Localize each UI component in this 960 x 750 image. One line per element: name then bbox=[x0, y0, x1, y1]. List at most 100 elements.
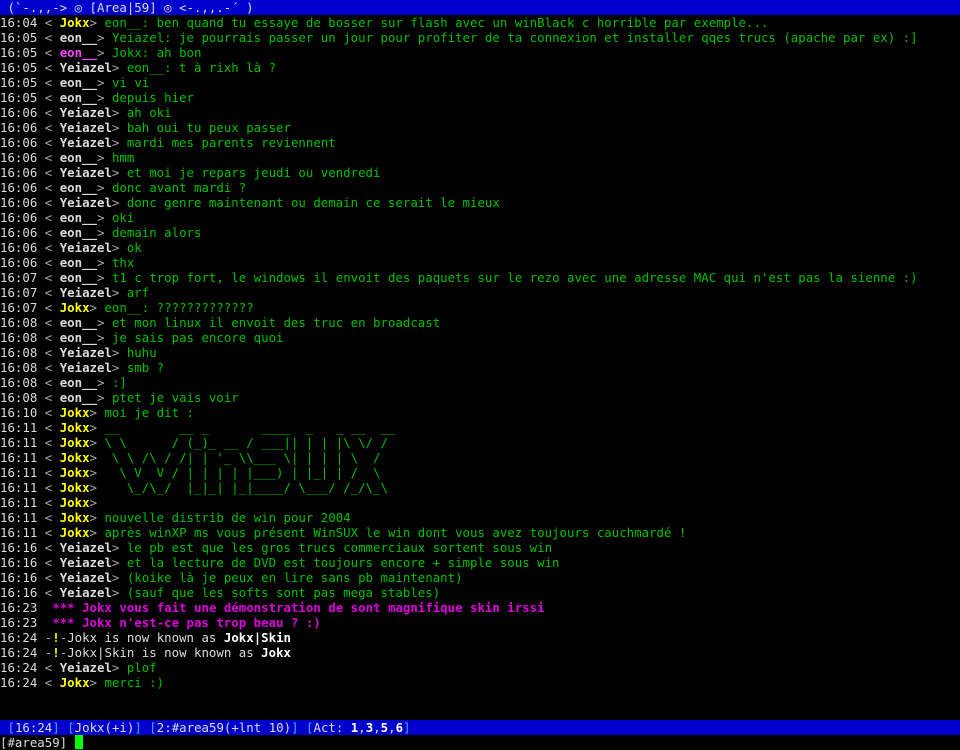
nick[interactable]: eon__ bbox=[60, 375, 97, 390]
timestamp: 16:24 bbox=[0, 645, 38, 660]
message-text: t1 c trop fort, le windows il envoit des… bbox=[111, 270, 918, 285]
message-text: eon__: t à rixh là ? bbox=[126, 60, 277, 75]
timestamp: 16:11 bbox=[0, 450, 38, 465]
chat-line-body: < eon__> depuis hier bbox=[44, 90, 194, 105]
nick[interactable]: Yeiazel bbox=[60, 540, 112, 555]
message-text: Jokx: ah bon bbox=[111, 45, 202, 60]
message-text: huhu bbox=[126, 345, 157, 360]
nick[interactable]: Yeiazel bbox=[60, 285, 112, 300]
chat-line-body: < Jokx> __ __ _ ____ _ _ __ __ bbox=[44, 420, 396, 435]
chat-line: 16:05 < Yeiazel> eon__: t à rixh là ? bbox=[0, 60, 960, 75]
chat-line-body: *** Jokx n'est-ce pas trop beau ? :) bbox=[44, 615, 321, 630]
nick[interactable]: Yeiazel bbox=[60, 240, 112, 255]
message-text: plof bbox=[126, 660, 157, 675]
nick[interactable]: Yeiazel bbox=[60, 165, 112, 180]
message-text: ah oki bbox=[126, 105, 172, 120]
timestamp: 16:07 bbox=[0, 300, 38, 315]
status-activity-label: Act: bbox=[313, 720, 351, 735]
input-line[interactable]: [#area59] bbox=[0, 735, 960, 750]
nick[interactable]: Yeiazel bbox=[60, 345, 112, 360]
timestamp: 16:16 bbox=[0, 585, 38, 600]
timestamp: 16:24 bbox=[0, 660, 38, 675]
chat-line-body: < Yeiazel> smb ? bbox=[44, 360, 165, 375]
nick[interactable]: Jokx bbox=[60, 300, 90, 315]
message-text: (sauf que les softs sont pas mega stable… bbox=[126, 585, 441, 600]
nick[interactable]: eon__ bbox=[60, 270, 97, 285]
chat-line: 16:23 *** Jokx n'est-ce pas trop beau ? … bbox=[0, 615, 960, 630]
nick[interactable]: Yeiazel bbox=[60, 120, 112, 135]
nick[interactable]: eon__ bbox=[60, 150, 97, 165]
nick[interactable]: Yeiazel bbox=[60, 555, 112, 570]
nick[interactable]: Yeiazel bbox=[60, 135, 112, 150]
text-cursor bbox=[74, 735, 83, 749]
topic-bar: (`-.,,-> ◎ [Area|59] ◎ <-.,,.-´ ) bbox=[0, 0, 960, 15]
message-text: demain alors bbox=[111, 225, 202, 240]
chat-line-body: < Jokx> nouvelle distrib de win pour 200… bbox=[44, 510, 351, 525]
nick[interactable]: eon__ bbox=[60, 390, 97, 405]
chat-line-body: -!-Jokx is now known as Jokx|Skin bbox=[44, 630, 291, 645]
chat-line: 16:07 < eon__> t1 c trop fort, le window… bbox=[0, 270, 960, 285]
chat-line: 16:06 < eon__> donc avant mardi ? bbox=[0, 180, 960, 195]
chat-line-body: < eon__> hmm bbox=[44, 150, 135, 165]
nick[interactable]: Jokx bbox=[60, 465, 90, 480]
nick[interactable]: Yeiazel bbox=[60, 570, 112, 585]
nick[interactable]: Yeiazel bbox=[60, 585, 112, 600]
nick[interactable]: Jokx bbox=[60, 675, 90, 690]
input-prompt: [#area59] bbox=[0, 735, 75, 750]
nick[interactable]: Jokx bbox=[60, 525, 90, 540]
message-text: moi je dit : bbox=[104, 405, 194, 420]
nick[interactable]: Jokx bbox=[60, 495, 90, 510]
nick[interactable]: Jokx bbox=[60, 510, 90, 525]
chat-line: 16:24 < Jokx> merci :) bbox=[0, 675, 960, 690]
message-text: hmm bbox=[111, 150, 135, 165]
timestamp: 16:08 bbox=[0, 330, 38, 345]
nick[interactable]: eon__ bbox=[60, 225, 97, 240]
nick[interactable]: Jokx bbox=[60, 450, 90, 465]
chat-log[interactable]: 16:04 < Jokx> eon__: ben quand tu essaye… bbox=[0, 15, 960, 720]
nick[interactable]: eon__ bbox=[60, 45, 97, 60]
timestamp: 16:08 bbox=[0, 390, 38, 405]
timestamp: 16:16 bbox=[0, 555, 38, 570]
chat-line-body: < Yeiazel> eon__: t à rixh là ? bbox=[44, 60, 277, 75]
chat-line-body: < Yeiazel> et moi je repars jeudi ou ven… bbox=[44, 165, 381, 180]
chat-line-body: < Jokx> merci :) bbox=[44, 675, 165, 690]
nick[interactable]: Yeiazel bbox=[60, 60, 112, 75]
chat-line: 16:16 < Yeiazel> le pb est que les gros … bbox=[0, 540, 960, 555]
message-text: Yeiazel: je pourrais passer un jour pour… bbox=[111, 30, 918, 45]
nick[interactable]: Yeiazel bbox=[60, 195, 112, 210]
chat-line-body: < Jokx> \ \ /\ / /| | '_ \\___ \| | | | … bbox=[44, 450, 388, 465]
chat-line-body: < Yeiazel> plof bbox=[44, 660, 157, 675]
message-text: eon__: ????????????? bbox=[104, 300, 254, 315]
message-text: et mon linux il envoit des truc en broad… bbox=[111, 315, 441, 330]
chat-line: 16:06 < eon__> hmm bbox=[0, 150, 960, 165]
nick[interactable]: eon__ bbox=[60, 315, 97, 330]
message-text: smb ? bbox=[126, 360, 165, 375]
nick[interactable]: eon__ bbox=[60, 90, 97, 105]
timestamp: 16:16 bbox=[0, 540, 38, 555]
nick[interactable]: Jokx bbox=[60, 480, 90, 495]
chat-line: 16:11 < Jokx> \ \ /\ / /| | '_ \\___ \| … bbox=[0, 450, 960, 465]
nick[interactable]: Yeiazel bbox=[60, 360, 112, 375]
chat-line: 16:06 < Yeiazel> ah oki bbox=[0, 105, 960, 120]
timestamp: 16:06 bbox=[0, 120, 38, 135]
status-activity-6[interactable]: 6 bbox=[396, 720, 403, 735]
chat-line: 16:06 < eon__> demain alors bbox=[0, 225, 960, 240]
message-text: et la lecture de DVD est toujours encore… bbox=[126, 555, 560, 570]
nick[interactable]: eon__ bbox=[60, 30, 97, 45]
nick[interactable]: Yeiazel bbox=[60, 660, 112, 675]
message-text: je sais pas encore quoi bbox=[111, 330, 284, 345]
chat-line: 16:10 < Jokx> moi je dit : bbox=[0, 405, 960, 420]
nick[interactable]: eon__ bbox=[60, 255, 97, 270]
nick[interactable]: eon__ bbox=[60, 180, 97, 195]
nick[interactable]: Jokx bbox=[60, 435, 90, 450]
chat-line-body: < eon__> Jokx: ah bon bbox=[44, 45, 202, 60]
nick[interactable]: Jokx bbox=[60, 420, 90, 435]
nick[interactable]: eon__ bbox=[60, 330, 97, 345]
nick[interactable]: Jokx bbox=[60, 15, 90, 30]
nick[interactable]: Jokx bbox=[60, 405, 90, 420]
chat-line: 16:08 < eon__> ptet je vais voir bbox=[0, 390, 960, 405]
nick[interactable]: Yeiazel bbox=[60, 105, 112, 120]
chat-line-body: < eon__> donc avant mardi ? bbox=[44, 180, 247, 195]
nick[interactable]: eon__ bbox=[60, 210, 97, 225]
nick[interactable]: eon__ bbox=[60, 75, 97, 90]
